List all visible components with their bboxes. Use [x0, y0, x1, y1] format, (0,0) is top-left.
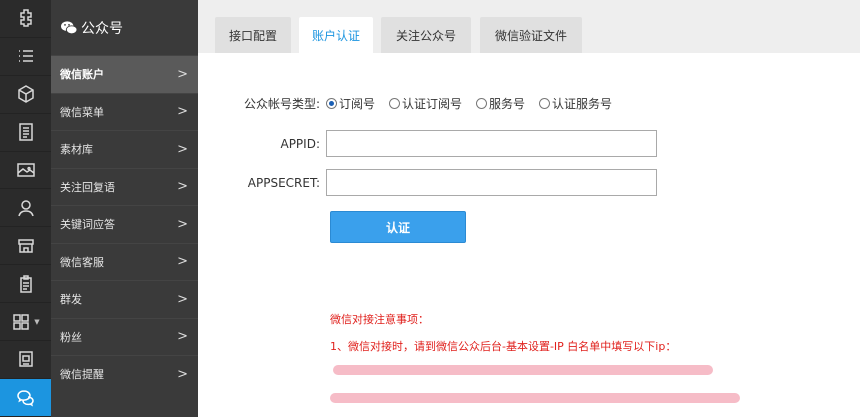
radio-service[interactable]: 服务号: [476, 95, 525, 112]
sidebar-item-keyword-reply[interactable]: 关键词应答 >: [51, 205, 198, 243]
chevron-right-icon: >: [177, 291, 188, 307]
icon-rail: ▼: [0, 0, 51, 417]
radio-subscription[interactable]: 订阅号: [326, 95, 375, 112]
appid-input[interactable]: [326, 130, 657, 157]
rail-item-puzzle[interactable]: [0, 0, 51, 38]
sidebar-item-fans[interactable]: 粉丝 >: [51, 317, 198, 356]
sidebar-item-wechat-menu[interactable]: 微信菜单 >: [51, 92, 198, 131]
radio-verified-subscription[interactable]: 认证订阅号: [389, 95, 462, 112]
monitor-icon: [18, 351, 33, 368]
tab-follow-account[interactable]: 关注公众号: [381, 17, 471, 53]
rail-item-grid[interactable]: ▼: [0, 303, 51, 342]
appid-row: APPID:: [198, 130, 657, 157]
radio-dot-icon: [539, 98, 551, 109]
grid-icon: [13, 313, 30, 330]
sidebar-item-label: 微信客服: [60, 255, 104, 269]
radio-label: 服务号: [489, 97, 526, 111]
document-icon: [18, 123, 33, 141]
rail-item-document[interactable]: [0, 114, 51, 152]
account-type-row: 公众帐号类型: 订阅号 认证订阅号 服务号 认证服务号: [198, 95, 626, 112]
radio-label: 认证订阅号: [402, 97, 463, 111]
redacted-ip-line: [330, 393, 740, 403]
wechat-icon: [16, 390, 34, 407]
sidebar-item-label: 粉丝: [60, 330, 82, 344]
sidebar-item-label: 微信账户: [60, 68, 104, 82]
sidebar-item-follow-reply[interactable]: 关注回复语 >: [51, 167, 198, 206]
main-area: 接口配置 账户认证 关注公众号 微信验证文件 公众帐号类型: 订阅号 认证订阅号…: [198, 0, 860, 417]
sidebar-item-label: 关注回复语: [60, 180, 115, 194]
appsecret-label: APPSECRET:: [247, 175, 320, 190]
sidebar-item-wechat-account[interactable]: 微信账户 >: [51, 55, 198, 93]
sidebar-item-mass-send[interactable]: 群发 >: [51, 280, 198, 318]
redacted-ip-line: [333, 365, 713, 375]
appsecret-row: APPSECRET:: [198, 169, 657, 196]
radio-label: 订阅号: [339, 97, 376, 111]
store-icon: [17, 239, 34, 253]
verify-button[interactable]: 认证: [330, 211, 466, 243]
sidebar-item-customer-service[interactable]: 微信客服 >: [51, 242, 198, 281]
rail-item-wechat[interactable]: [0, 378, 51, 417]
chevron-right-icon: >: [177, 66, 188, 82]
chevron-right-icon: >: [177, 254, 188, 270]
chevron-right-icon: >: [177, 141, 188, 157]
chevron-right-icon: >: [177, 216, 188, 232]
radio-dot-icon: [389, 98, 401, 109]
cube-icon: [17, 85, 34, 104]
sidebar-title: 公众号: [81, 20, 123, 37]
appsecret-input[interactable]: [326, 169, 657, 196]
chevron-right-icon: >: [177, 366, 188, 382]
radio-verified-service[interactable]: 认证服务号: [539, 95, 612, 112]
tab-verify-file[interactable]: 微信验证文件: [480, 17, 582, 53]
radio-dot-icon: [476, 98, 488, 109]
tab-interface-config[interactable]: 接口配置: [215, 17, 291, 53]
tab-content: 公众帐号类型: 订阅号 认证订阅号 服务号 认证服务号 APPID: APPSE…: [198, 53, 860, 417]
sidebar-item-label: 微信菜单: [60, 105, 104, 119]
chevron-right-icon: >: [177, 104, 188, 120]
sidebar-item-label: 群发: [60, 293, 82, 307]
sidebar-item-label: 关键词应答: [60, 218, 115, 232]
sidebar-item-material-library[interactable]: 素材库 >: [51, 130, 198, 168]
notice-line-1: 1、微信对接时，请到微信公众后台-基本设置-IP 白名单中填写以下ip：: [330, 340, 677, 353]
puzzle-icon: [19, 9, 32, 28]
image-icon: [16, 163, 35, 177]
radio-label: 认证服务号: [552, 97, 613, 111]
sidebar-item-label: 素材库: [60, 143, 93, 157]
caret-down-icon: ▼: [34, 317, 40, 326]
rail-item-monitor[interactable]: [0, 341, 51, 379]
chevron-right-icon: >: [177, 329, 188, 345]
list-icon: [18, 50, 33, 63]
chevron-right-icon: >: [177, 179, 188, 195]
clipboard-icon: [19, 274, 32, 293]
wechat-logo-icon: [61, 20, 78, 34]
rail-item-user[interactable]: [0, 189, 51, 228]
sidebar-item-label: 微信提醒: [60, 368, 104, 382]
sidebar: 公众号 微信账户 > 微信菜单 > 素材库 > 关注回复语 > 关键词应答 > …: [51, 0, 198, 417]
sidebar-item-wechat-reminder[interactable]: 微信提醒 >: [51, 355, 198, 393]
rail-item-cube[interactable]: [0, 76, 51, 114]
tab-account-auth[interactable]: 账户认证: [299, 17, 373, 53]
user-icon: [17, 200, 34, 217]
tab-bar: 接口配置 账户认证 关注公众号 微信验证文件: [198, 0, 860, 53]
rail-item-list[interactable]: [0, 38, 51, 76]
sidebar-header: 公众号: [51, 0, 198, 55]
radio-dot-icon: [326, 98, 337, 109]
account-type-label: 公众帐号类型:: [243, 97, 320, 111]
notice-title: 微信对接注意事项：: [330, 313, 429, 326]
rail-item-store[interactable]: [0, 227, 51, 266]
rail-item-image[interactable]: [0, 152, 51, 190]
appid-label: APPID:: [280, 136, 320, 151]
rail-item-clipboard[interactable]: [0, 265, 51, 304]
